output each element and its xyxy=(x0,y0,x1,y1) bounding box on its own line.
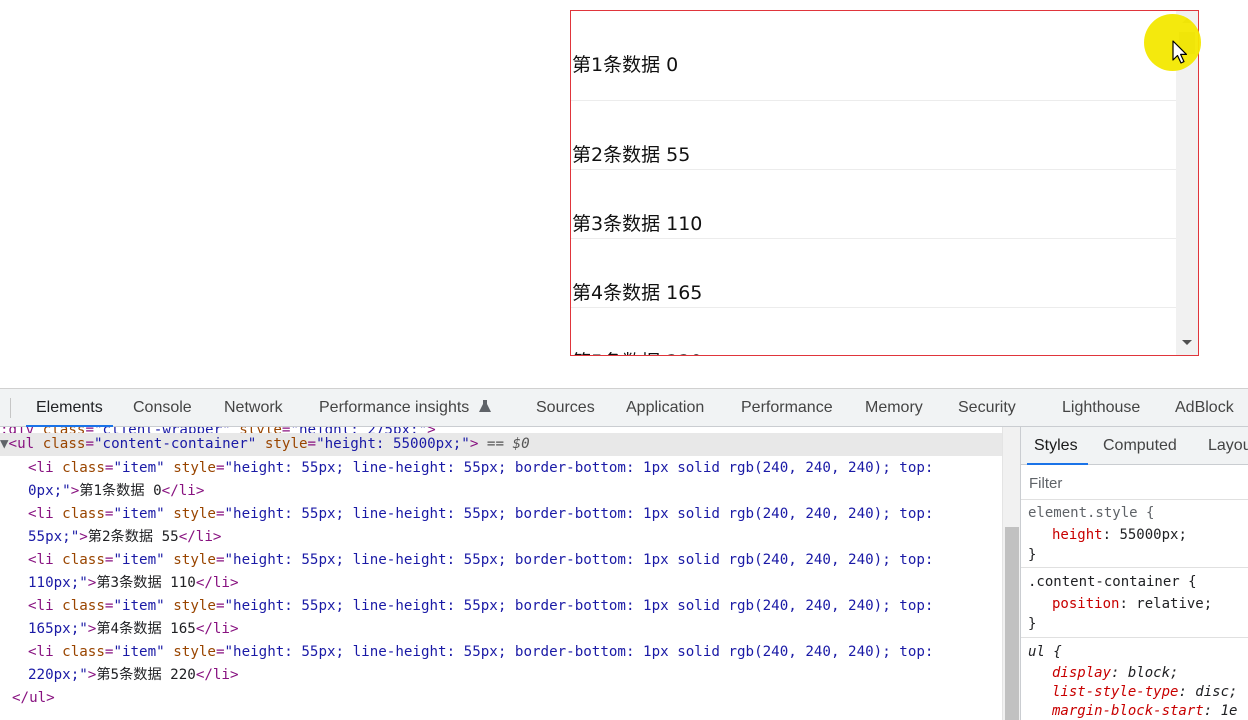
css-rule-content-container[interactable]: .content-container { position: relative;… xyxy=(1021,568,1248,638)
scrollbar-thumb[interactable] xyxy=(1005,527,1019,720)
tab-computed[interactable]: Computed xyxy=(1103,427,1177,465)
dom-node-li-cont: 110px;">第3条数据 110</li> xyxy=(28,575,239,591)
mouse-pointer-icon xyxy=(1172,40,1188,64)
list-item: 第2条数据 55 xyxy=(571,101,1177,170)
dom-node-li[interactable]: <li class="item" style="height: 55px; li… xyxy=(28,641,933,664)
scroll-down-arrow-icon[interactable] xyxy=(1182,340,1192,345)
tab-memory[interactable]: Memory xyxy=(865,389,923,427)
list-item: 第5条数据 220 xyxy=(571,308,1177,355)
list-item: 第1条数据 0 xyxy=(571,11,1177,101)
tab-elements[interactable]: Elements xyxy=(26,389,113,427)
styles-filter-input[interactable] xyxy=(1029,471,1241,495)
dom-node-li[interactable]: <li class="item" style="height: 55px; li… xyxy=(28,549,933,572)
devtools-panel: Elements Console Network Performance ins… xyxy=(0,388,1248,720)
page-viewport: 第1条数据 0 第2条数据 55 第3条数据 110 第4条数据 165 第5条… xyxy=(0,0,1248,388)
virtual-list-container[interactable]: 第1条数据 0 第2条数据 55 第3条数据 110 第4条数据 165 第5条… xyxy=(570,10,1199,356)
tab-lighthouse[interactable]: Lighthouse xyxy=(1062,389,1140,427)
tab-application[interactable]: Application xyxy=(626,389,704,427)
css-declaration[interactable]: margin-block-start: 1e xyxy=(1052,701,1237,720)
tab-adblock[interactable]: AdBlock xyxy=(1175,389,1234,427)
tab-sources[interactable]: Sources xyxy=(536,389,595,427)
tab-security[interactable]: Security xyxy=(958,389,1016,427)
tab-network[interactable]: Network xyxy=(224,389,283,427)
rule-close-brace: } xyxy=(1028,547,1037,563)
rule-selector: ul { xyxy=(1028,644,1062,660)
dom-node-li-cont: 55px;">第2条数据 55</li> xyxy=(28,529,222,545)
rule-close-brace: } xyxy=(1028,616,1037,632)
dom-node-li[interactable]: <li class="item" style="height: 55px; li… xyxy=(28,457,933,480)
list-item: 第3条数据 110 xyxy=(571,170,1177,239)
styles-sidebar: Styles Computed Layout element.style { h… xyxy=(1020,427,1248,720)
css-rule-element-style[interactable]: element.style { height: 55000px; } xyxy=(1021,501,1248,568)
virtual-list-items: 第1条数据 0 第2条数据 55 第3条数据 110 第4条数据 165 第5条… xyxy=(571,11,1177,355)
dom-node-content-container[interactable]: ▼<ul class="content-container" style="he… xyxy=(0,433,1002,456)
tab-performance-insights[interactable]: Performance insights xyxy=(319,389,492,427)
css-rule-ul-user-agent[interactable]: ul { display: block; list-style-type: di… xyxy=(1021,638,1248,720)
tab-bar-divider xyxy=(10,398,11,418)
tab-console[interactable]: Console xyxy=(133,389,192,427)
sidebar-tab-bar: Styles Computed Layout xyxy=(1021,427,1248,465)
tab-styles[interactable]: Styles xyxy=(1027,427,1088,465)
dom-node-li-cont: 220px;">第5条数据 220</li> xyxy=(28,667,239,683)
elements-dom-tree[interactable]: :div class="client-wrapper" style="heigh… xyxy=(0,427,1002,720)
tab-layout[interactable]: Layout xyxy=(1208,427,1248,465)
tab-performance-insights-label: Performance insights xyxy=(319,399,470,416)
list-item: 第4条数据 165 xyxy=(571,239,1177,308)
experiment-flask-icon xyxy=(478,400,491,412)
dom-node-li[interactable]: <li class="item" style="height: 55px; li… xyxy=(28,595,933,618)
devtools-tab-bar: Elements Console Network Performance ins… xyxy=(0,389,1248,427)
dom-node-li[interactable]: <li class="item" style="height: 55px; li… xyxy=(28,503,933,526)
styles-filter-row xyxy=(1021,465,1248,500)
css-declaration[interactable]: height: 55000px; xyxy=(1052,525,1187,545)
rule-selector: element.style { xyxy=(1028,505,1155,521)
dom-node-li-cont: 0px;">第1条数据 0</li> xyxy=(28,483,205,499)
dom-node-li-cont: 165px;">第4条数据 165</li> xyxy=(28,621,239,637)
css-declaration[interactable]: position: relative; xyxy=(1052,594,1212,614)
css-declaration[interactable]: display: block; xyxy=(1052,663,1178,683)
dom-node-ul-close[interactable]: </ul> xyxy=(12,687,55,710)
css-declaration[interactable]: list-style-type: disc; xyxy=(1052,682,1237,702)
elements-scrollbar[interactable] xyxy=(1002,427,1020,720)
tab-performance[interactable]: Performance xyxy=(741,389,833,427)
rule-selector: .content-container { xyxy=(1028,574,1197,590)
